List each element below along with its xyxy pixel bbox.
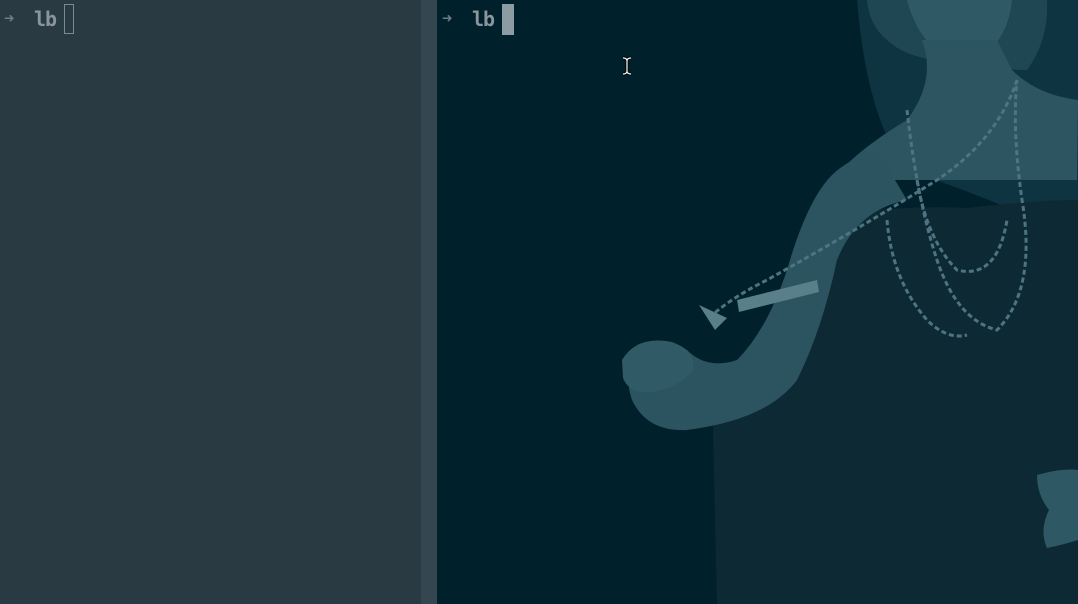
shell-prompt: ➜ lb <box>442 3 515 35</box>
background-image <box>622 0 1078 604</box>
right-arrow-icon: ➜ <box>442 9 453 29</box>
terminal-window: ➜ lb ➜ lb <box>0 0 1078 604</box>
current-directory: lb <box>34 7 57 31</box>
pane-divider[interactable] <box>421 0 437 604</box>
right-terminal-pane[interactable]: ➜ lb <box>437 0 1078 604</box>
shell-prompt: ➜ lb <box>4 4 75 34</box>
text-cursor <box>64 4 75 34</box>
right-arrow-icon: ➜ <box>4 9 15 29</box>
left-terminal-pane[interactable]: ➜ lb <box>0 0 421 604</box>
current-directory: lb <box>472 7 495 31</box>
text-cursor <box>502 3 515 35</box>
text-ibeam-icon <box>622 56 632 76</box>
